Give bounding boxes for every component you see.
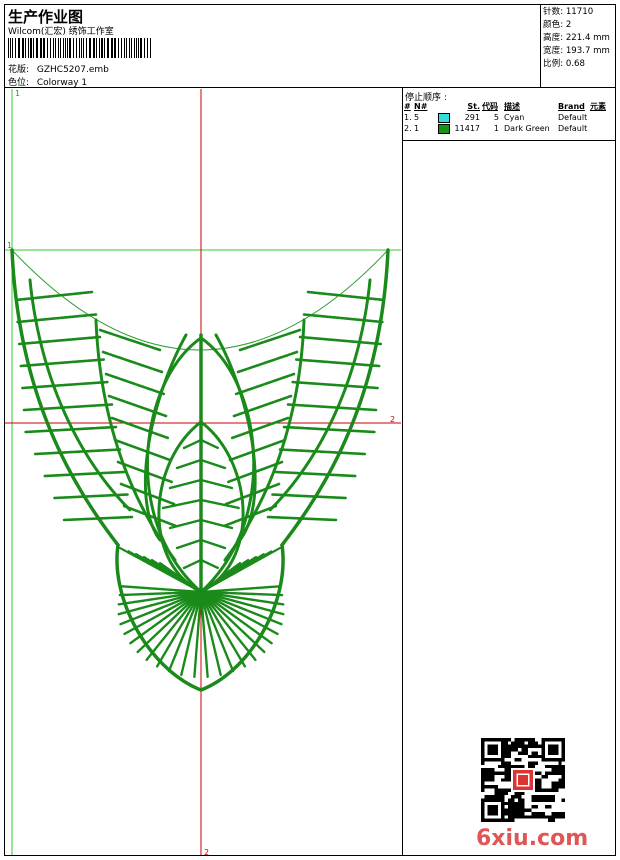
colorway-value: Colorway 1 bbox=[36, 78, 88, 88]
stat-stitches: 针数: 11710 bbox=[543, 7, 594, 17]
watermark-logo: 6xiu.com bbox=[476, 826, 589, 851]
studio-name: Wilcom(汇宏) 绣饰工作室 bbox=[8, 27, 114, 37]
table-divider bbox=[403, 140, 615, 141]
center-v-label: 2 bbox=[204, 848, 209, 855]
header-section: 生产作业图 Wilcom(汇宏) 绣饰工作室 花版: GZHC5207.emb … bbox=[4, 4, 616, 88]
colorway-label: 色位: bbox=[8, 78, 30, 88]
table-row: 1. 5 291 5 Cyan Default bbox=[404, 112, 588, 123]
center-h-label: 2 bbox=[390, 415, 395, 424]
guide-lines: 1 1 2 2 bbox=[5, 89, 401, 855]
design-file-label: 花版: bbox=[8, 65, 30, 75]
stat-colors: 颜色: 2 bbox=[543, 20, 572, 30]
color-swatch-cyan bbox=[438, 112, 450, 123]
stat-height: 高度: 221.4 mm bbox=[543, 33, 610, 43]
design-file-value: GZHC5207.emb bbox=[36, 65, 109, 75]
stats-box: 针数: 11710 颜色: 2 高度: 221.4 mm 宽度: 193.7 m… bbox=[540, 4, 616, 88]
vertical-guide-label: 1 bbox=[15, 89, 20, 98]
design-file-row: 花版: GZHC5207.emb bbox=[8, 62, 109, 75]
colorway-row: 色位: Colorway 1 bbox=[8, 75, 87, 88]
barcode bbox=[8, 38, 151, 58]
color-sequence-table: # N# St. 代码 描述 Brand 元素 1. 5 291 5 Cyan … bbox=[403, 101, 615, 134]
stat-width: 宽度: 193.7 mm bbox=[543, 46, 610, 56]
stat-scale: 比例: 0.68 bbox=[543, 59, 585, 69]
embroidery-motif bbox=[10, 248, 390, 692]
color-swatch-dark-green bbox=[438, 123, 450, 134]
embroidery-design-canvas: 1 1 2 2 bbox=[5, 89, 401, 855]
qr-code bbox=[481, 738, 565, 822]
table-header-row: # N# St. 代码 描述 Brand 元素 bbox=[404, 102, 606, 111]
table-row: 2. 1 11417 1 Dark Green Default bbox=[404, 123, 588, 134]
